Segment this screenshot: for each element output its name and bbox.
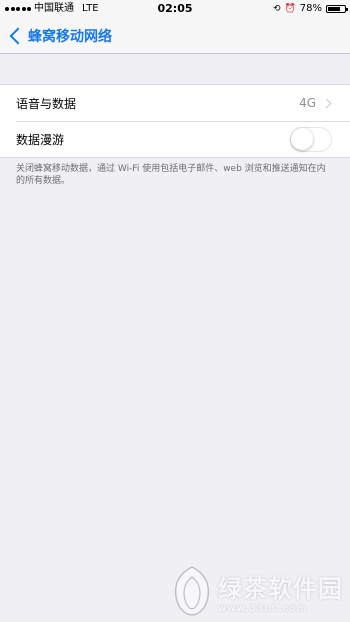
chevron-left-icon bbox=[9, 27, 27, 45]
leaf-shield-icon bbox=[174, 566, 210, 616]
back-button[interactable]: 蜂窝移动网络 bbox=[8, 24, 112, 48]
watermark-logo: 绿茶软件园 www.33LC.com bbox=[172, 560, 350, 622]
watermark-url: www.33LC.com bbox=[218, 603, 307, 614]
status-bar: 中国联通 LTE 02:05 ⟲ ⏰ 78% bbox=[0, 0, 350, 18]
watermark-brand: 绿茶软件园 bbox=[218, 573, 343, 603]
alarm-icon: ⏰ bbox=[284, 4, 296, 14]
battery-percent: 78% bbox=[299, 3, 322, 14]
voice-and-data-row[interactable]: 语音与数据 4G bbox=[0, 85, 350, 121]
status-right: ⟲ ⏰ 78% bbox=[273, 0, 348, 18]
footer-note: 关闭蜂窝移动数据，通过 Wi-Fi 使用包括电子邮件、web 浏览和推送通知在内… bbox=[16, 164, 326, 186]
watermark-text: 绿茶软件园 www.33LC.com bbox=[218, 569, 343, 614]
data-roaming-toggle[interactable] bbox=[290, 126, 332, 152]
settings-group: 语音与数据 4G 数据漫游 bbox=[0, 84, 350, 158]
toggle-knob bbox=[291, 127, 313, 150]
navigation-bar: 蜂窝移动网络 bbox=[0, 18, 350, 54]
data-roaming-row: 数据漫游 bbox=[0, 121, 350, 157]
battery-icon bbox=[326, 5, 348, 13]
chevron-right-icon bbox=[321, 98, 332, 108]
battery-fill bbox=[328, 7, 341, 11]
orientation-lock-icon: ⟲ bbox=[273, 4, 281, 14]
data-roaming-label: 数据漫游 bbox=[16, 132, 65, 147]
voice-and-data-value: 4G bbox=[299, 96, 316, 110]
voice-and-data-label: 语音与数据 bbox=[16, 96, 77, 111]
back-button-label: 蜂窝移动网络 bbox=[28, 29, 112, 45]
